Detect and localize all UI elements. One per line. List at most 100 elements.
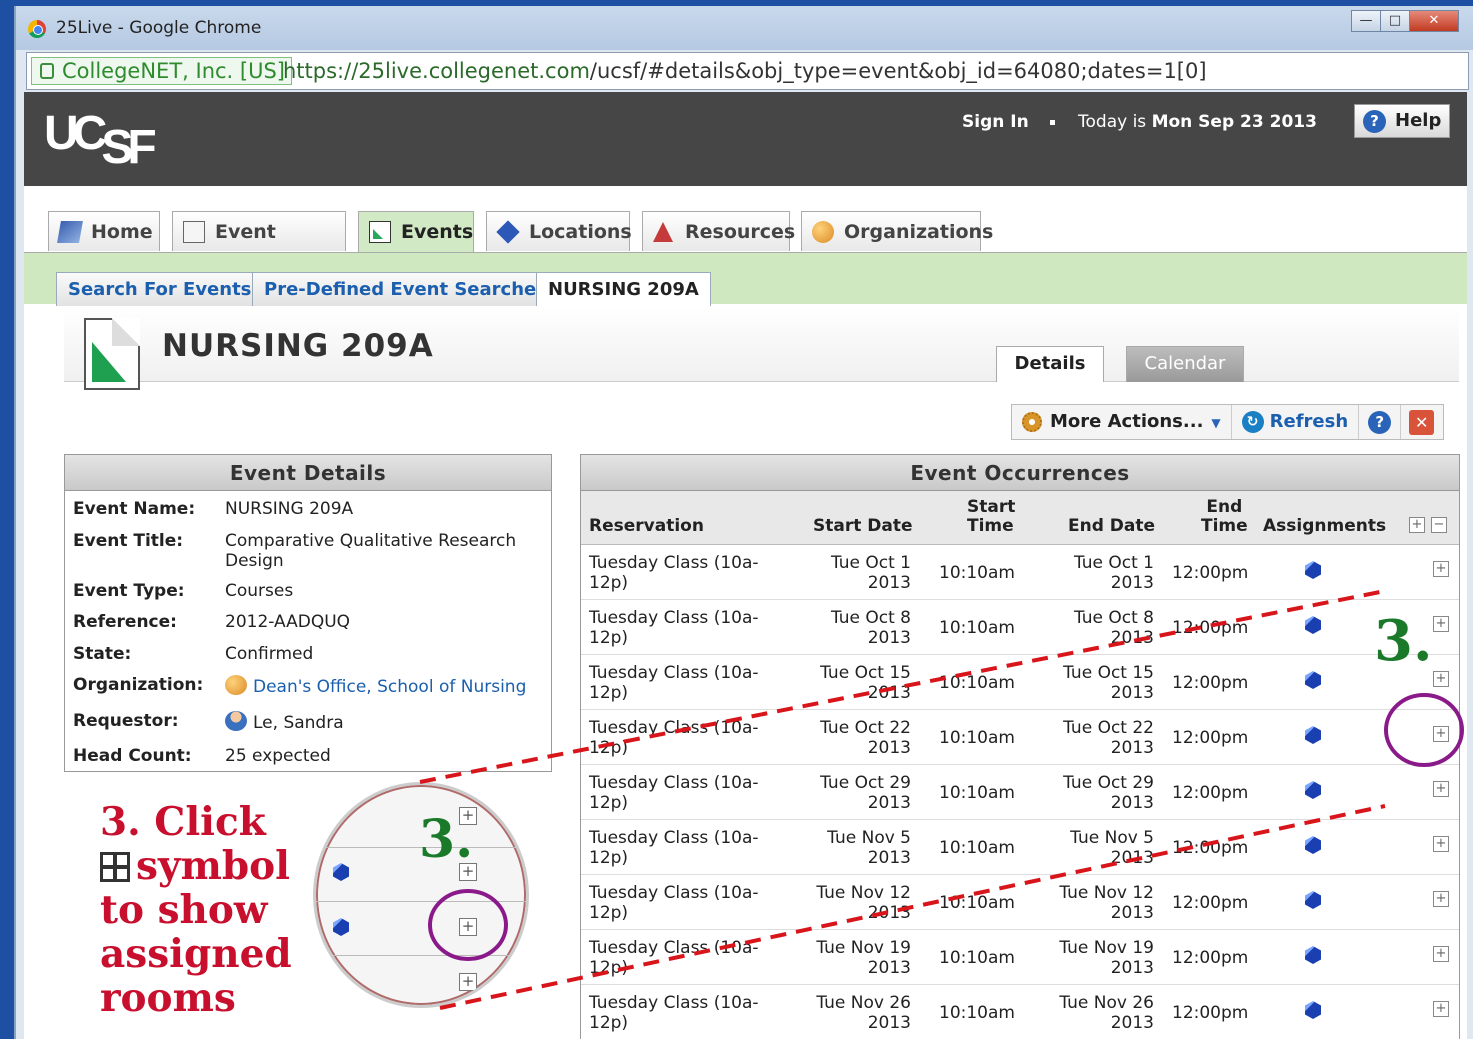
tab-locations[interactable]: Locations xyxy=(486,211,632,251)
lock-icon xyxy=(40,63,54,79)
expand-row-icon[interactable]: + xyxy=(1433,946,1449,962)
mag-cube-icon xyxy=(332,918,350,938)
reservation-name[interactable]: Tuesday Class (10a- 12p) xyxy=(589,553,759,593)
sub-navigation: Search For Events Pre-Defined Event Sear… xyxy=(24,252,1467,306)
event-occurrences-heading: Event Occurrences xyxy=(581,455,1459,491)
end-date: Tue Oct 1 2013 xyxy=(1073,553,1154,593)
reservation-name[interactable]: Tuesday Class (10a- 12p) xyxy=(589,718,759,758)
more-actions-button[interactable]: More Actions... ▼ xyxy=(1012,405,1232,439)
assignment-cube-icon[interactable] xyxy=(1304,836,1322,856)
mag-cube-icon xyxy=(332,863,350,883)
col-reservation[interactable]: Reservation xyxy=(589,517,704,536)
assignment-cube-icon[interactable] xyxy=(1304,946,1322,966)
table-row[interactable]: Tuesday Class (10a- 12p) Tue Oct 8 2013 10:1… xyxy=(581,600,1459,655)
assignment-cube-icon[interactable] xyxy=(1304,616,1322,636)
table-row[interactable]: Tuesday Class (10a- 12p) Tue Oct 1 2013 10:1… xyxy=(581,545,1459,600)
event-details-heading: Event Details xyxy=(65,455,551,491)
end-date: Tue Nov 12 2013 xyxy=(1059,883,1154,923)
expand-row-icon[interactable]: + xyxy=(1433,836,1449,852)
col-assignments[interactable]: Assignments xyxy=(1263,517,1386,536)
help-action-button[interactable]: ? xyxy=(1359,405,1402,439)
end-time: 12:00pm xyxy=(1172,1003,1249,1023)
window-title: 25Live - Google Chrome xyxy=(56,18,262,38)
start-time: 10:10am xyxy=(939,838,1015,858)
end-time: 12:00pm xyxy=(1172,838,1249,858)
assignment-cube-icon[interactable] xyxy=(1304,671,1322,691)
today-date: Today is Mon Sep 23 2013 xyxy=(1078,112,1317,132)
security-badge[interactable]: CollegeNET, Inc. [US] xyxy=(31,57,292,85)
table-row[interactable]: Tuesday Class (10a- 12p) Tue Nov 12 2013 10:… xyxy=(581,875,1459,930)
tab-resources[interactable]: Resources xyxy=(642,211,795,251)
col-end-date[interactable]: End Date xyxy=(1068,517,1155,536)
assignment-cube-icon[interactable] xyxy=(1304,891,1322,911)
start-time: 10:10am xyxy=(939,618,1015,638)
close-event-button[interactable]: ✕ xyxy=(1401,405,1443,439)
organization-link[interactable]: Dean's Office, School of Nursing xyxy=(225,675,545,697)
minimize-button[interactable]: — xyxy=(1351,10,1381,32)
close-window-button[interactable]: ✕ xyxy=(1409,10,1459,32)
reservation-name[interactable]: Tuesday Class (10a- 12p) xyxy=(589,828,759,868)
col-end-time[interactable]: End Time xyxy=(1201,498,1248,536)
table-row[interactable]: Tuesday Class (10a- 12p) Tue Oct 15 2013 10:… xyxy=(581,655,1459,710)
collapse-all-icon[interactable]: − xyxy=(1431,517,1447,533)
expand-row-icon[interactable]: + xyxy=(1433,616,1449,632)
expand-row-icon[interactable]: + xyxy=(1433,671,1449,687)
expand-row-icon[interactable]: + xyxy=(1433,561,1449,577)
table-row[interactable]: Tuesday Class (10a- 12p) Tue Nov 26 2013 10:… xyxy=(581,985,1459,1039)
help-button[interactable]: ? Help xyxy=(1354,104,1450,138)
maximize-button[interactable]: □ xyxy=(1380,10,1410,32)
reservation-name[interactable]: Tuesday Class (10a- 12p) xyxy=(589,773,759,813)
col-start-date[interactable]: Start Date xyxy=(813,517,913,536)
end-date: Tue Nov 5 2013 xyxy=(1070,828,1154,868)
ucsf-logo[interactable]: UCSF xyxy=(44,106,157,174)
assignment-cube-icon[interactable] xyxy=(1304,1001,1322,1021)
refresh-icon: ↻ xyxy=(1241,411,1264,433)
col-start-time[interactable]: Start Time xyxy=(967,498,1015,536)
step-number-label: 3. xyxy=(1374,608,1433,674)
tab-home[interactable]: Home xyxy=(48,211,160,251)
assignment-cube-icon[interactable] xyxy=(1304,561,1322,581)
reservation-name[interactable]: Tuesday Class (10a- 12p) xyxy=(589,608,759,648)
refresh-button[interactable]: ↻ Refresh xyxy=(1232,405,1360,439)
window-controls: — □ ✕ xyxy=(1351,10,1459,32)
reservation-name[interactable]: Tuesday Class (10a- 12p) xyxy=(589,938,759,978)
subtab-search-for-events[interactable]: Search For Events xyxy=(56,272,264,306)
start-time: 10:10am xyxy=(939,893,1015,913)
tab-organizations[interactable]: Organizations xyxy=(801,211,993,251)
expand-all-icon[interactable]: + xyxy=(1409,517,1425,533)
table-row[interactable]: Tuesday Class (10a- 12p) Tue Nov 5 2013 10:1… xyxy=(581,820,1459,875)
event-title-bar: NURSING 209A Details Calendar xyxy=(64,306,1459,390)
locations-icon xyxy=(496,220,520,244)
start-time: 10:10am xyxy=(939,948,1015,968)
table-row[interactable]: Tuesday Class (10a- 12p) Tue Nov 19 2013 10:… xyxy=(581,930,1459,985)
tab-calendar[interactable]: Calendar xyxy=(1126,346,1244,382)
sign-in-link[interactable]: Sign In xyxy=(962,112,1029,132)
expand-row-icon[interactable]: + xyxy=(1433,891,1449,907)
reservation-name[interactable]: Tuesday Class (10a- 12p) xyxy=(589,663,759,703)
end-date: Tue Oct 22 2013 xyxy=(1063,718,1154,758)
assignment-cube-icon[interactable] xyxy=(1304,726,1322,746)
reservation-name[interactable]: Tuesday Class (10a- 12p) xyxy=(589,993,759,1033)
tab-events[interactable]: Events xyxy=(358,211,474,252)
gear-icon xyxy=(1022,412,1042,432)
reservation-name[interactable]: Tuesday Class (10a- 12p) xyxy=(589,883,759,923)
event-document-icon xyxy=(84,318,140,390)
subtab-nursing-209a[interactable]: NURSING 209A xyxy=(536,272,711,306)
subtab-predefined-searches[interactable]: Pre-Defined Event Searches xyxy=(252,272,559,306)
url-text[interactable]: https://25live.collegenet.com/ucsf/#deta… xyxy=(283,59,1207,83)
instruction-annotation: 3. Click symbol to show assigned rooms xyxy=(100,799,292,1021)
assignment-cube-icon[interactable] xyxy=(1304,781,1322,801)
tab-event-wizard[interactable]: Event Wizard xyxy=(172,211,346,283)
table-row[interactable]: Tuesday Class (10a- 12p) Tue Oct 29 2013 10:… xyxy=(581,765,1459,820)
start-time: 10:10am xyxy=(939,1003,1015,1023)
expand-row-icon[interactable]: + xyxy=(1433,781,1449,797)
end-date: Tue Nov 26 2013 xyxy=(1059,993,1154,1033)
expand-row-icon[interactable]: + xyxy=(1433,1001,1449,1017)
address-bar[interactable]: CollegeNET, Inc. [US] https://25live.col… xyxy=(26,52,1469,90)
table-row[interactable]: Tuesday Class (10a- 12p) Tue Oct 22 2013 10:… xyxy=(581,710,1459,765)
start-time: 10:10am xyxy=(939,783,1015,803)
action-toolbar: More Actions... ▼ ↻ Refresh ? ✕ xyxy=(1011,404,1445,440)
tab-details[interactable]: Details xyxy=(996,346,1104,382)
expand-row-icon[interactable]: + xyxy=(1433,726,1449,742)
end-time: 12:00pm xyxy=(1172,728,1249,748)
